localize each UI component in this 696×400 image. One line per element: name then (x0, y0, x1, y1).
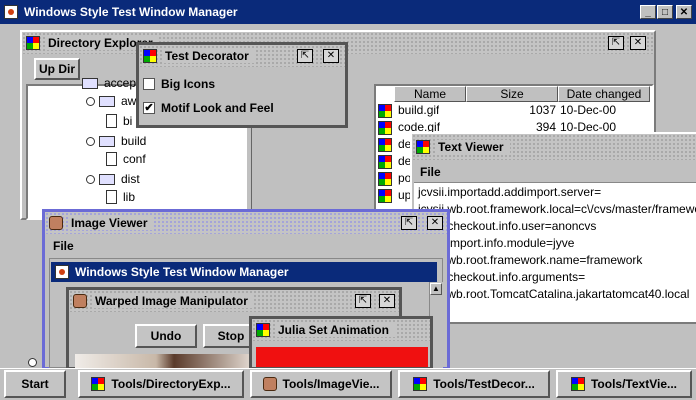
task-text-viewer[interactable]: Tools/TextVie... (556, 370, 692, 398)
image-viewer-menu-bar: File (47, 236, 445, 256)
test-decorator-window[interactable]: Test Decorator ⇱ ✕ Big Icons ✔ Motif Loo… (136, 42, 348, 128)
tree-item[interactable]: bi (106, 114, 132, 128)
image-file-icon (378, 189, 392, 203)
tree-item[interactable]: conf (106, 152, 146, 166)
app-icon (570, 377, 585, 391)
column-header-name[interactable]: Name (394, 86, 466, 102)
undo-button[interactable]: Undo (135, 324, 197, 348)
main-title-bar[interactable]: Windows Style Test Window Manager (0, 0, 696, 24)
motif-look-checkbox[interactable]: ✔ Motif Look and Feel (143, 101, 274, 115)
expand-icon[interactable] (86, 96, 95, 106)
text-line: jcvsii.importadd.addimport.server= (418, 185, 602, 199)
test-decorator-title-bar[interactable]: Test Decorator (139, 45, 345, 67)
close-icon[interactable]: ✕ (379, 294, 395, 308)
file-menu[interactable]: File (420, 165, 441, 179)
image-viewer-title: Image Viewer (69, 216, 154, 230)
java-cup-icon (4, 5, 18, 19)
julia-set-canvas[interactable] (256, 347, 428, 367)
text-viewer-window[interactable]: Text Viewer File jcvsii.importadd.addimp… (410, 132, 696, 324)
app-icon (416, 140, 430, 154)
folder-icon (99, 135, 115, 147)
app-icon (143, 49, 157, 63)
maximize-icon[interactable]: ⇱ (401, 216, 417, 230)
start-button[interactable]: Start (4, 370, 66, 398)
warped-image-title: Warped Image Manipulator (93, 294, 254, 308)
image-file-icon (378, 104, 392, 118)
julia-set-title-bar[interactable]: Julia Set Animation (252, 319, 430, 341)
table-row[interactable]: build.gif 1037 10-Dec-00 (378, 102, 650, 119)
minimize-icon[interactable]: _ (640, 5, 656, 19)
checkbox-box[interactable]: ✔ (143, 102, 155, 114)
maximize-icon[interactable]: ⇱ (297, 49, 313, 63)
file-icon (106, 190, 117, 204)
text-line: jcvsii.wb.root.TomcatCatalina.jakartatom… (418, 287, 690, 301)
maximize-icon[interactable]: ⇱ (608, 36, 624, 50)
app-icon (91, 377, 106, 391)
tree-item[interactable]: lib (106, 190, 135, 204)
text-line: jcvsii.wb.root.framework.local=c\/cvs/ma… (418, 202, 696, 216)
checkbox-box[interactable] (143, 78, 155, 90)
task-directory-explorer[interactable]: Tools/DirectoryExp... (78, 370, 244, 398)
big-icons-checkbox[interactable]: Big Icons (143, 77, 215, 91)
maximize-icon[interactable]: ⇱ (355, 294, 371, 308)
text-viewer-title-bar[interactable]: Text Viewer (412, 134, 696, 160)
test-decorator-title: Test Decorator (163, 49, 255, 63)
column-header-date[interactable]: Date changed (558, 86, 650, 102)
image-file-icon (378, 172, 392, 186)
task-test-decorator[interactable]: Tools/TestDecor... (398, 370, 550, 398)
image-file-icon (378, 138, 392, 152)
file-icon (106, 152, 117, 166)
expand-icon[interactable] (86, 174, 95, 184)
close-icon[interactable]: ✕ (323, 49, 339, 63)
portrait-icon (262, 377, 277, 391)
inner-window-title: Windows Style Test Window Manager (75, 265, 289, 279)
expand-icon[interactable] (28, 358, 37, 367)
app-icon (413, 377, 428, 391)
julia-set-title: Julia Set Animation (276, 323, 395, 337)
up-dir-button[interactable]: Up Dir (34, 58, 80, 80)
folder-icon (82, 77, 98, 89)
column-header-size[interactable]: Size (466, 86, 558, 102)
folder-icon (99, 95, 115, 107)
scroll-up-icon[interactable]: ▲ (430, 283, 442, 295)
close-icon[interactable]: ✕ (676, 5, 692, 19)
file-menu[interactable]: File (53, 239, 74, 253)
maximize-icon[interactable]: □ (657, 5, 673, 19)
text-line: jcvsii.wb.root.framework.name=framework (418, 253, 643, 267)
portrait-icon (73, 294, 87, 308)
expand-icon[interactable] (86, 136, 95, 146)
task-image-viewer[interactable]: Tools/ImageVie... (250, 370, 392, 398)
tree-item[interactable]: awt (86, 94, 140, 108)
app-icon (26, 36, 40, 50)
file-icon (106, 114, 117, 128)
warped-image-title-bar[interactable]: Warped Image Manipulator (69, 290, 399, 312)
tree-item[interactable]: build (86, 134, 146, 148)
java-cup-icon (55, 265, 69, 279)
julia-set-window[interactable]: Julia Set Animation (249, 316, 433, 370)
portrait-icon (49, 216, 63, 230)
app-icon (256, 323, 270, 337)
close-icon[interactable]: ✕ (630, 36, 646, 50)
image-viewer-title-bar[interactable]: Image Viewer (45, 212, 447, 234)
text-area[interactable]: jcvsii.importadd.addimport.server= jcvsi… (414, 182, 696, 322)
image-file-icon (378, 155, 392, 169)
inner-title-bar[interactable]: Windows Style Test Window Manager (51, 262, 437, 282)
folder-icon (99, 173, 115, 185)
main-window-title: Windows Style Test Window Manager (24, 5, 238, 19)
image-file-icon (378, 121, 392, 135)
text-viewer-title: Text Viewer (436, 140, 510, 154)
text-viewer-menu-bar: File (414, 162, 696, 182)
tree-item[interactable]: dist (86, 172, 140, 186)
close-icon[interactable]: ✕ (427, 216, 443, 230)
